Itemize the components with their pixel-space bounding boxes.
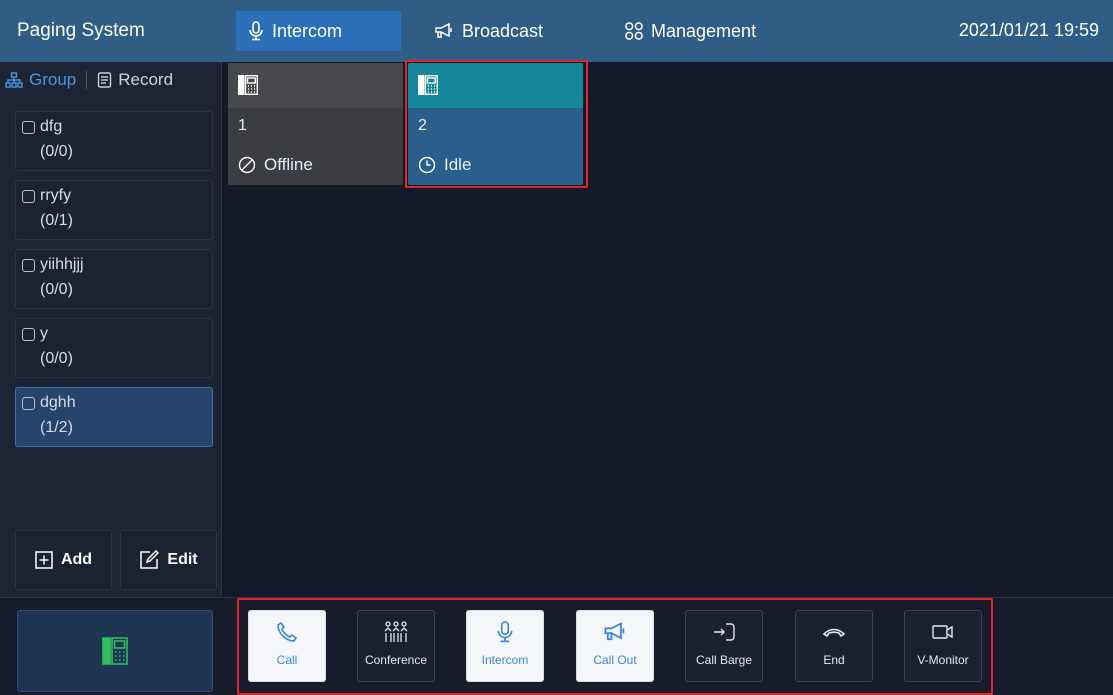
- edit-icon: [140, 550, 160, 569]
- top-bar: Paging System Intercom Broadcast Managem…: [0, 0, 1113, 62]
- group-name: dghh: [40, 394, 76, 411]
- add-group-button[interactable]: Add: [15, 530, 112, 590]
- sidebar-tabs: Group Record: [5, 70, 173, 90]
- desk-phone-icon: [102, 637, 128, 665]
- tab-label: Record: [118, 70, 174, 89]
- edit-group-button[interactable]: Edit: [120, 530, 217, 590]
- group-checkbox[interactable]: [22, 121, 35, 134]
- desk-phone-icon: [238, 75, 258, 95]
- highlight-box: [237, 598, 993, 695]
- app-title: Paging System: [17, 20, 145, 41]
- group-name: dfg: [40, 118, 63, 135]
- add-icon: [35, 551, 53, 569]
- divider: [86, 71, 88, 89]
- group-name: yiihhjjj: [40, 256, 84, 273]
- group-count: (1/2): [40, 419, 73, 436]
- status-label: Offline: [264, 155, 313, 174]
- group-item-dghh[interactable]: dghh (1/2): [15, 387, 213, 447]
- record-icon: [98, 72, 112, 88]
- hierarchy-icon: [5, 72, 23, 88]
- mic-icon: [249, 21, 263, 41]
- tab-record[interactable]: Record: [97, 70, 173, 90]
- group-item-yiihhjjj[interactable]: yiihhjjj (0/0): [15, 249, 213, 309]
- tab-label: Group: [29, 70, 77, 89]
- group-checkbox[interactable]: [22, 397, 35, 410]
- highlight-box: [405, 60, 588, 188]
- tab-label: Broadcast: [462, 20, 544, 41]
- tab-broadcast[interactable]: Broadcast: [434, 11, 543, 51]
- datetime: 2021/01/21 19:59: [958, 20, 1099, 40]
- grid-icon: [625, 22, 643, 40]
- group-name: rryfy: [40, 187, 72, 204]
- group-checkbox[interactable]: [22, 259, 35, 272]
- tab-label: Intercom: [272, 20, 343, 41]
- tab-label: Management: [651, 20, 757, 41]
- local-phone-panel[interactable]: [17, 610, 213, 692]
- megaphone-icon: [435, 22, 452, 38]
- device-status: Offline: [238, 155, 313, 175]
- device-card-1[interactable]: 1 Offline: [228, 63, 403, 185]
- group-sidebar: Group Record dfg (0/0) rryfy (0/1) yiihh…: [0, 62, 222, 597]
- offline-icon: [238, 156, 256, 174]
- group-checkbox[interactable]: [22, 190, 35, 203]
- group-item-dfg[interactable]: dfg (0/0): [15, 111, 213, 171]
- group-count: (0/0): [40, 350, 73, 367]
- group-checkbox[interactable]: [22, 328, 35, 341]
- button-label: Edit: [167, 551, 198, 568]
- group-count: (0/0): [40, 281, 73, 298]
- card-header: [228, 63, 403, 108]
- group-count: (0/1): [40, 212, 73, 229]
- group-item-y[interactable]: y (0/0): [15, 318, 213, 378]
- tab-intercom[interactable]: Intercom: [236, 11, 401, 51]
- button-label: Add: [60, 551, 93, 568]
- tab-management[interactable]: Management: [625, 11, 756, 51]
- device-number: 1: [238, 117, 247, 134]
- tab-group[interactable]: Group: [5, 70, 76, 90]
- group-name: y: [40, 325, 48, 342]
- group-count: (0/0): [40, 143, 73, 160]
- group-item-rryfy[interactable]: rryfy (0/1): [15, 180, 213, 240]
